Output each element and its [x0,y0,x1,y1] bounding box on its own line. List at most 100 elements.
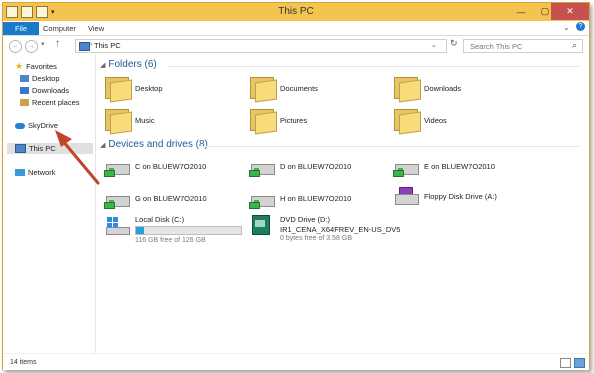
folder-icon [104,77,132,103]
group-divider [168,66,580,67]
desktop-icon [20,75,29,82]
ribbon-expand-icon[interactable]: ⌄ [563,23,570,32]
drive-dvd[interactable]: DVD Drive (D:) IR1_CENA_X64FREV_EN-US_DV… [249,215,400,242]
folder-videos[interactable]: Videos [393,109,447,135]
dvd-drive-icon [249,215,275,235]
address-dropdown-icon[interactable]: ⌄ [431,41,437,49]
recent-places-icon [20,99,29,106]
nav-this-pc[interactable]: This PC [7,143,93,154]
group-title: Folders (6) [108,59,157,70]
folder-icon [249,77,277,103]
nav-label: Desktop [32,74,60,83]
folder-label: Music [135,115,155,125]
drives-group-header[interactable]: ◢ Devices and drives (8) [100,139,208,150]
network-drive-icon [249,189,275,209]
drive-free-space: 0 bytes free of 3.58 GB [280,235,352,242]
up-button[interactable]: ↑ [55,38,60,49]
drive-free-space: 116 GB free of 126 GB [135,237,206,244]
disk-usage-fill [136,227,145,234]
tab-file[interactable]: File [3,22,39,35]
network-drive-icon [393,157,419,177]
nav-network[interactable]: Network [15,167,56,178]
collapse-chevron-icon[interactable]: ◢ [100,61,105,69]
item-count: 14 items [10,359,37,366]
folder-label: Downloads [424,83,462,93]
large-icons-view-icon[interactable] [574,358,585,368]
search-icon[interactable]: ⌕ [572,40,577,51]
drive-c-network[interactable]: C on BLUEW7O2010 [104,157,207,177]
minimize-button[interactable]: — [509,3,533,20]
search-placeholder: Search This PC [470,41,523,51]
nav-item-desktop[interactable]: Desktop [20,73,60,84]
folder-pictures[interactable]: Pictures [249,109,308,135]
address-bar[interactable]: › This PC ⌄ [75,39,447,53]
nav-item-recent-places[interactable]: Recent places [20,97,80,108]
search-input[interactable]: Search This PC ⌕ [463,39,583,53]
title-bar[interactable]: ▾ This PC — ▢ ✕ [3,3,589,21]
nav-label: Recent places [32,98,80,107]
nav-label: SkyDrive [28,121,59,130]
drive-label: D on BLUEW7O2010 [280,161,352,171]
folder-label: Desktop [135,83,163,93]
details-view-icon[interactable] [560,358,571,368]
recent-locations-icon[interactable]: ▾ [41,40,45,48]
breadcrumb-chevron-icon[interactable]: › [90,41,92,48]
status-bar: 14 items [3,353,589,370]
explorer-window: ▾ This PC — ▢ ✕ File Computer View ⌄ ? ←… [2,2,590,370]
nav-item-downloads[interactable]: Downloads [20,85,69,96]
forward-button[interactable]: → [25,40,38,53]
window-title: This PC [278,6,314,17]
drive-g-network[interactable]: G on BLUEW7O2010 [104,189,207,209]
drive-label: DVD Drive (D:) [280,215,330,224]
breadcrumb[interactable]: This PC [94,41,121,50]
drive-local-c[interactable]: Local Disk (C:) 116 GB free of 126 GB [104,215,242,244]
folder-desktop[interactable]: Desktop [104,77,163,103]
nav-label: Favorites [26,62,57,71]
drive-e-network[interactable]: E on BLUEW7O2010 [393,157,495,177]
drive-label: H on BLUEW7O2010 [280,193,352,203]
network-drive-icon [104,157,130,177]
drive-floppy[interactable]: Floppy Disk Drive (A:) [393,187,497,205]
group-divider [200,146,580,147]
drive-volume-label: IR1_CENA_X64FREV_EN-US_DV5 [280,225,401,234]
pc-icon [15,144,26,153]
back-button[interactable]: ← [9,40,22,53]
drive-h-network[interactable]: H on BLUEW7O2010 [249,189,352,209]
drive-label: Floppy Disk Drive (A:) [424,191,497,201]
network-drive-icon [104,189,130,209]
disk-usage-bar [135,226,242,235]
drive-label: C on BLUEW7O2010 [135,161,207,171]
cloud-icon [15,122,25,129]
help-icon[interactable]: ? [576,22,585,31]
downloads-icon [20,87,29,94]
folder-icon [249,109,277,135]
close-button[interactable]: ✕ [551,3,589,20]
collapse-chevron-icon[interactable]: ◢ [100,141,105,149]
folder-icon [393,109,421,135]
folder-label: Videos [424,115,447,125]
drive-label: E on BLUEW7O2010 [424,161,495,171]
ribbon-tabs: File Computer View ⌄ ? [3,21,589,36]
navigation-pane: ★ Favorites Desktop Downloads Recent pla… [3,55,95,353]
nav-label: Network [28,168,56,177]
folder-documents[interactable]: Documents [249,77,318,103]
drive-label: G on BLUEW7O2010 [135,193,207,203]
nav-favorites[interactable]: ★ Favorites [15,61,57,72]
pc-icon [79,42,90,51]
star-icon: ★ [15,61,24,71]
tab-view[interactable]: View [80,22,112,35]
folder-label: Documents [280,83,318,93]
nav-skydrive[interactable]: SkyDrive [15,120,58,131]
folder-label: Pictures [280,115,308,125]
folder-icon [393,77,421,103]
folders-group-header[interactable]: ◢ Folders (6) [100,59,157,70]
refresh-button[interactable]: ↻ [450,38,458,49]
folder-downloads[interactable]: Downloads [393,77,462,103]
nav-label: This PC [29,144,56,153]
local-disk-icon [104,215,130,235]
folder-music[interactable]: Music [104,109,155,135]
folder-icon [104,109,132,135]
network-icon [15,169,25,176]
drive-d-network[interactable]: D on BLUEW7O2010 [249,157,352,177]
tab-computer[interactable]: Computer [35,22,84,35]
